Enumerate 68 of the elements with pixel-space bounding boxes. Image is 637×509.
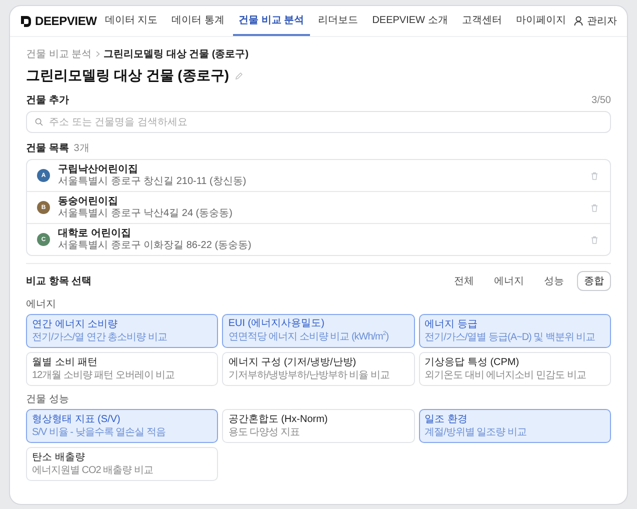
- user-icon[interactable]: [574, 16, 583, 26]
- section-heading: 건물 추가: [26, 94, 69, 107]
- option-description: 에너지원별 CO2 배출량 비교: [32, 464, 154, 476]
- option-description: 기저부하/냉방부하/난방부하 비율 비교: [228, 370, 390, 382]
- option-card[interactable]: 탄소 배출량 에너지원별 CO2 배출량 비교: [26, 447, 218, 481]
- option-title: 에너지 등급: [424, 318, 478, 330]
- chevron-icon: [96, 51, 100, 57]
- option-title: 형상형태 지표 (S/V): [32, 414, 122, 426]
- option-description: 용도 다양성 지표: [228, 426, 300, 438]
- building-name: 동숭어린이집: [58, 196, 118, 207]
- building-address: 서울특별시 종로구 창신길 210-11 (창신동): [58, 176, 246, 188]
- trash-icon[interactable]: [591, 236, 598, 244]
- nav-tab[interactable]: 리더보드: [312, 6, 364, 36]
- option-description: 전기/가스/열 연간 총소비량 비교: [32, 332, 168, 344]
- option-description: 연면적당 에너지 소비량 비교 (kWh/m$^{2}$): [228, 331, 390, 344]
- option-title: 연간 에너지 소비량: [32, 318, 119, 330]
- trash-icon[interactable]: [591, 204, 598, 212]
- trash-icon[interactable]: [591, 172, 598, 180]
- option-card[interactable]: 에너지 구성 (기저/냉방/난방) 기저부하/냉방부하/난방부하 비율 비교: [222, 352, 415, 386]
- nav-tab[interactable]: 데이터 통계: [166, 6, 230, 36]
- option-card[interactable]: 공간혼합도 (Hx-Norm) 용도 다양성 지표: [222, 409, 415, 443]
- option-description: 계절/방위별 일조량 비교: [424, 426, 528, 438]
- page-title: 그린리모델링 대상 건물 (종로구): [26, 67, 229, 85]
- logo-text[interactable]: DEEPVIEW: [35, 14, 97, 28]
- breadcrumb-current: 그린리모델링 대상 건물 (종로구): [104, 48, 249, 61]
- option-title: 공간혼합도 (Hx-Norm): [228, 414, 329, 426]
- search-icon: [35, 118, 43, 126]
- option-description: 12개월 소비량 패턴 오버레이 비교: [32, 370, 176, 382]
- filter-tab[interactable]: 성능: [537, 271, 571, 291]
- logo-icon: [20, 14, 31, 28]
- option-description: S/V 비율 - 낮을수록 열손실 적음: [32, 426, 166, 438]
- group-label: 에너지: [26, 298, 57, 311]
- user-name[interactable]: 관리자: [586, 14, 617, 28]
- building-address: 서울특별시 종로구 낙산4길 24 (동숭동): [58, 208, 232, 220]
- option-title: 에너지 구성 (기저/냉방/난방): [228, 356, 358, 368]
- option-description: 외기온도 대비 에너지소비 민감도 비교: [424, 370, 587, 382]
- filter-tab[interactable]: 종합: [577, 271, 611, 291]
- option-title: 월별 소비 패턴: [32, 356, 99, 368]
- building-counter: 3/50: [592, 94, 611, 106]
- nav-tab[interactable]: 마이페이지: [510, 6, 572, 36]
- option-card[interactable]: 월별 소비 패턴 12개월 소비량 패턴 오버레이 비교: [26, 352, 218, 386]
- nav-tab[interactable]: 데이터 지도: [98, 6, 164, 36]
- breadcrumb-link[interactable]: 건물 비교 분석: [26, 47, 92, 61]
- section-heading: 건물 목록: [26, 142, 69, 155]
- filter-tab[interactable]: 전체: [447, 271, 481, 291]
- nav-tab[interactable]: 고객센터: [456, 6, 508, 36]
- option-title: 기상응답 특성 (CPM): [424, 356, 520, 368]
- option-description: 전기/가스/열별 등급(A~D) 및 백분위 비교: [424, 332, 596, 344]
- option-card[interactable]: 기상응답 특성 (CPM) 외기온도 대비 에너지소비 민감도 비교: [418, 352, 611, 386]
- nav-tab[interactable]: 건물 비교 분석: [232, 6, 310, 36]
- option-card[interactable]: 형상형태 지표 (S/V) S/V 비율 - 낮을수록 열손실 적음: [26, 409, 218, 443]
- group-label: 건물 성능: [26, 393, 70, 406]
- option-title: 탄소 배출량: [32, 452, 86, 464]
- option-title: EUI (에너지사용밀도): [228, 318, 326, 330]
- option-card[interactable]: EUI (에너지사용밀도) 연면적당 에너지 소비량 비교 (kWh/m$^{2}$): [222, 314, 415, 348]
- building-count: 3개: [74, 142, 90, 155]
- option-card[interactable]: 일조 환경 계절/방위별 일조량 비교: [418, 409, 611, 443]
- building-name: 구립낙산어린이집: [58, 164, 138, 175]
- building-name: 대학로 어린이집: [58, 228, 131, 239]
- option-title: 일조 환경: [424, 414, 468, 426]
- building-address: 서울특별시 종로구 이화장길 86-22 (동숭동): [58, 240, 252, 252]
- section-heading: 비교 항목 선택: [26, 275, 92, 288]
- option-card[interactable]: 연간 에너지 소비량 전기/가스/열 연간 총소비량 비교: [26, 314, 218, 348]
- nav-tab[interactable]: DEEPVIEW 소개: [366, 6, 454, 36]
- option-card[interactable]: 에너지 등급 전기/가스/열별 등급(A~D) 및 백분위 비교: [418, 314, 611, 348]
- filter-tab[interactable]: 에너지: [487, 271, 531, 291]
- search-field[interactable]: 주소 또는 건물명을 검색하세요: [26, 111, 611, 133]
- pencil-icon[interactable]: [235, 72, 243, 80]
